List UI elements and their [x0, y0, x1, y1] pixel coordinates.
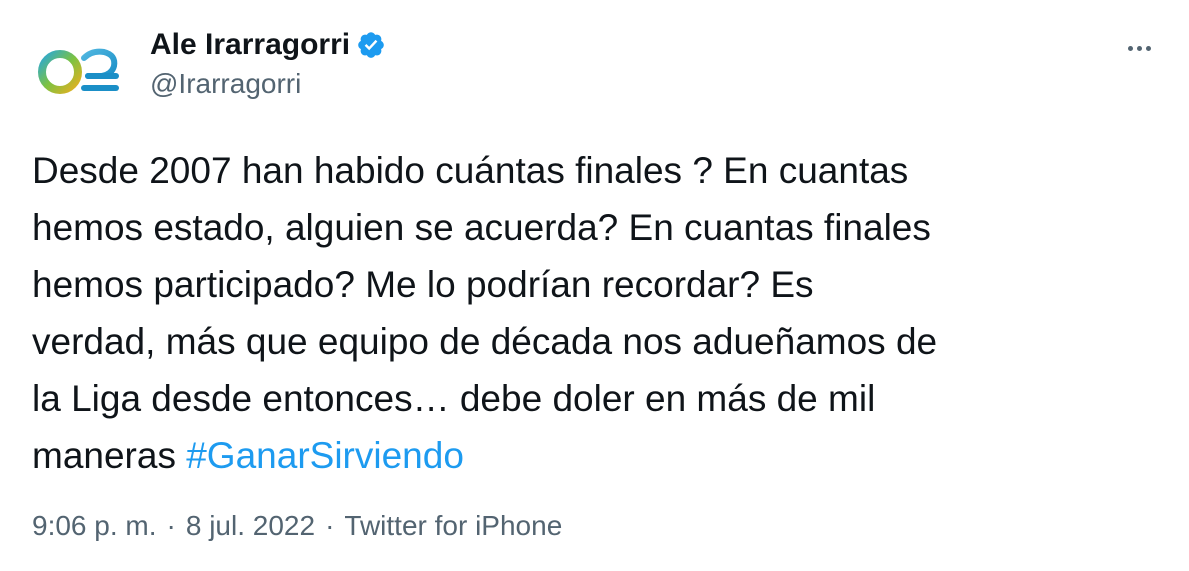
- meta-separator: ·: [166, 510, 176, 541]
- tweet-card: Ale Irarragorri @Irarragorri Desde 2007 …: [0, 0, 1189, 571]
- tweet-text: Desde 2007 han habido cuántas finales ? …: [32, 142, 1162, 484]
- tweet-time[interactable]: 9:06 p. m.: [32, 510, 157, 542]
- author-names: Ale Irarragorri @Irarragorri: [150, 26, 386, 100]
- o2-logo-icon: [38, 48, 119, 94]
- tweet-body: Desde 2007 han habido cuántas finales ? …: [32, 150, 938, 476]
- more-options-icon[interactable]: [1121, 30, 1157, 66]
- verified-badge-icon: [356, 30, 386, 60]
- name-row: Ale Irarragorri: [150, 26, 386, 64]
- display-name[interactable]: Ale Irarragorri: [150, 28, 350, 62]
- hashtag-link[interactable]: #GanarSirviendo: [186, 435, 464, 476]
- meta-separator: ·: [325, 510, 335, 541]
- tweet-source[interactable]: Twitter for iPhone: [344, 510, 562, 542]
- tweet-date[interactable]: 8 jul. 2022: [186, 510, 315, 542]
- avatar[interactable]: [32, 22, 128, 118]
- tweet-header: Ale Irarragorri @Irarragorri: [32, 22, 1157, 118]
- tweet-meta: 9:06 p. m. · 8 jul. 2022 · Twitter for i…: [32, 510, 562, 542]
- author-handle[interactable]: @Irarragorri: [150, 68, 386, 100]
